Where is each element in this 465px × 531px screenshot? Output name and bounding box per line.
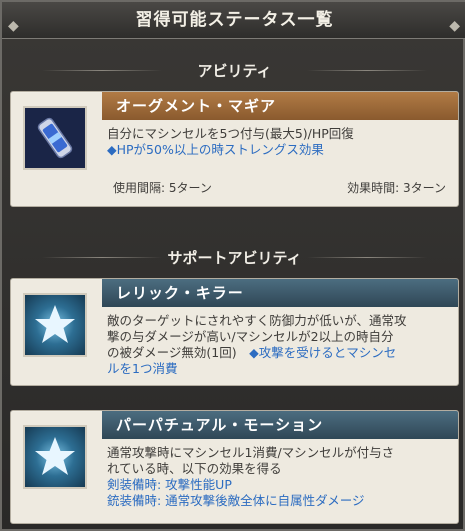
desc-line: 通常攻撃時にマシンセル1消費/マシンセルが付与さ — [107, 445, 395, 460]
ability-card-augment-magia[interactable]: オーグメント・マギア 自分にマシンセルを5つ付与(最大5)/HP回復 ◆HPが5… — [10, 91, 459, 207]
star-icon — [23, 425, 87, 489]
section-header-support: サポートアビリティ — [2, 244, 465, 272]
desc-line-effect: ◆HPが50%以上の時ストレングス効果 — [107, 142, 324, 157]
desc-line-effect: 銃装備時: 通常攻撃後敵全体に自属性ダメージ — [107, 493, 365, 508]
desc-line: 自分にマシンセルを5つ付与(最大5)/HP回復 — [107, 126, 354, 141]
desc-line: 敵のターゲットにされやすく防御力が低いが、通常攻 — [107, 313, 407, 328]
desc-line: 撃の与ダメージが高い/マシンセルが2以上の時自分 — [107, 329, 394, 344]
duration-text: 効果時間: 3ターン — [347, 181, 446, 195]
window-frame: ◆ 習得可能ステータス一覧 ◆ アビリティ オーグメント・マギア 自分にマシンセ… — [0, 0, 465, 531]
cooldown-text: 使用間隔: 5ターン — [113, 181, 212, 195]
desc-line-effect: 剣装備時: 攻撃性能UP — [107, 477, 232, 492]
ability-description: 自分にマシンセルを5つ付与(最大5)/HP回復 ◆HPが50%以上の時ストレング… — [107, 126, 450, 158]
support-name: パーパチュアル・モーション — [102, 411, 458, 439]
window-title: ◆ 習得可能ステータス一覧 ◆ — [2, 2, 465, 39]
support-description: 敵のターゲットにされやすく防御力が低いが、通常攻 撃の与ダメージが高い/マシンセ… — [107, 313, 450, 377]
ability-name: オーグメント・マギア — [102, 92, 458, 120]
capsule-icon — [23, 106, 87, 170]
support-description: 通常攻撃時にマシンセル1消費/マシンセルが付与さ れている時、以下の効果を得る … — [107, 445, 450, 509]
section-header-ability: アビリティ — [2, 57, 465, 85]
support-card-perpetual-motion[interactable]: パーパチュアル・モーション 通常攻撃時にマシンセル1消費/マシンセルが付与さ れ… — [10, 410, 459, 524]
star-icon — [23, 293, 87, 357]
desc-line: れている時、以下の効果を得る — [107, 461, 282, 476]
ornament-icon: ◆ — [8, 18, 20, 34]
ornament-icon: ◆ — [449, 18, 461, 34]
desc-line-effect: ◆攻撃を受けるとマシンセ — [249, 345, 397, 360]
desc-line-effect: ルを1つ消費 — [107, 361, 178, 376]
window-title-text: 習得可能ステータス一覧 — [135, 10, 334, 30]
support-name: レリック・キラー — [102, 279, 458, 307]
support-card-relic-killer[interactable]: レリック・キラー 敵のターゲットにされやすく防御力が低いが、通常攻 撃の与ダメー… — [10, 278, 459, 386]
desc-line: の被ダメージ無効(1回) — [107, 345, 250, 360]
